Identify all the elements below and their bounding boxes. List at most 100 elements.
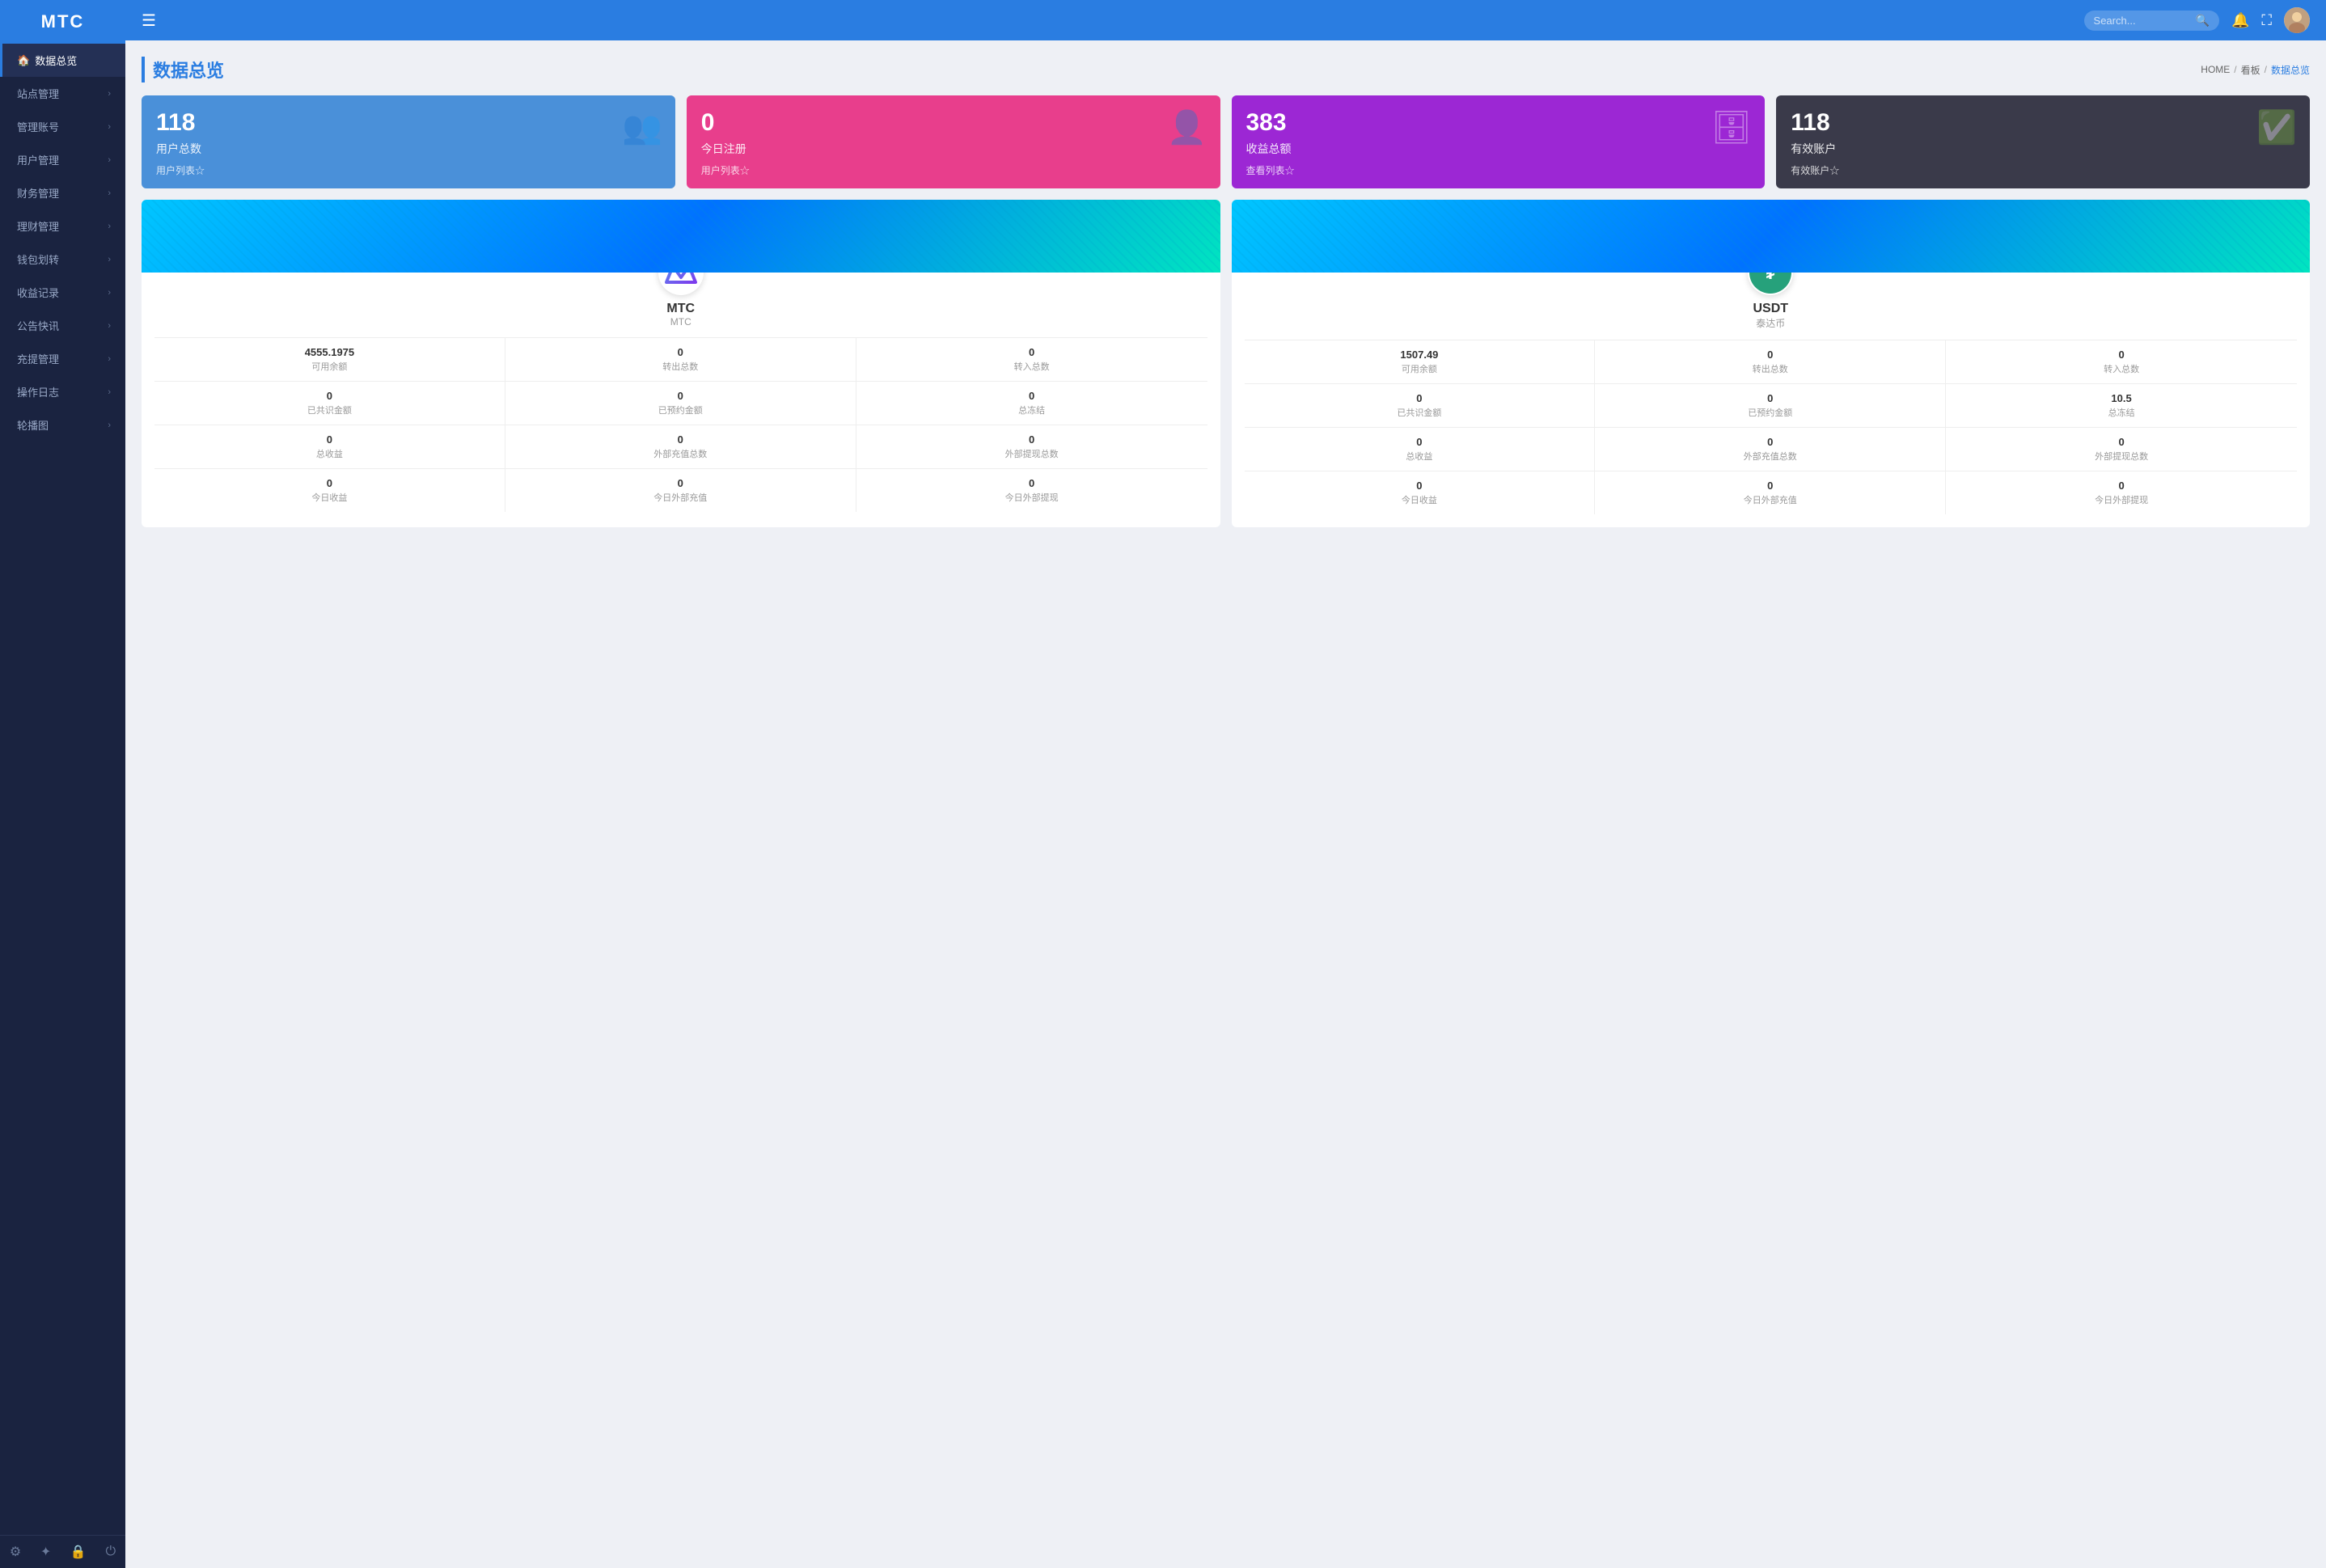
stat-label: 收益总额 [1246,141,1751,157]
chevron-icon: › [108,387,111,397]
stat-number: 383 [1246,108,1751,137]
search-icon: 🔍 [2196,14,2210,27]
settings-icon[interactable]: ⚙ [10,1544,21,1560]
stats-value: 0 [164,390,495,402]
stats-label: 今日收益 [164,491,495,504]
currency-panel-mtc: MTC MTC 4555.1975 可用余额 0 转出总数 0 转入总数 0 已… [142,200,1220,527]
stat-card-total_income: 383 收益总额 查看列表☆ 🗄 [1232,95,1766,188]
user-avatar[interactable] [2284,7,2310,33]
stats-cell: 0 已预约金额 [1595,384,1946,428]
stats-value: 0 [866,477,1198,489]
stats-cell: 0 总冻结 [856,382,1207,425]
nav-label: 财务管理 [17,185,59,201]
expand-icon[interactable]: ⛶ [2261,12,2272,29]
stats-label: 已共识金额 [1254,406,1585,419]
sidebar-footer: ⚙ ✦ 🔒 ⏻ [0,1535,125,1568]
stats-cell: 0 已预约金额 [505,382,856,425]
stats-value: 0 [1254,436,1585,448]
sidebar-item-oplog[interactable]: 操作日志 › [0,375,125,408]
stats-cell: 0 今日外部充值 [1595,471,1946,514]
stats-cell: 0 外部提现总数 [1946,428,2297,471]
nav-label: 管理账号 [17,119,59,134]
stats-label: 总冻结 [1956,406,2287,419]
breadcrumb-panel[interactable]: 看板 [2241,63,2260,77]
currency-banner-usdt [1232,200,2311,273]
page-header: 数据总览 HOME / 看板 / 数据总览 [142,57,2310,82]
stats-cell: 0 外部充值总数 [1595,428,1946,471]
stats-label: 转入总数 [1956,362,2287,375]
stats-value: 0 [164,477,495,489]
stat-icon: ✅ [2256,108,2297,146]
stats-label: 转入总数 [866,360,1198,373]
sidebar-item-notice[interactable]: 公告快讯 › [0,309,125,342]
stats-cell: 1507.49 可用余额 [1245,340,1596,384]
stat-number: 118 [156,108,661,137]
nav-label: 理财管理 [17,218,59,234]
stats-value: 0 [1956,349,2287,361]
stats-value: 0 [866,433,1198,446]
cross-icon[interactable]: ✦ [40,1544,51,1560]
stats-value: 1507.49 [1254,349,1585,361]
sidebar-item-users[interactable]: 用户管理 › [0,143,125,176]
stats-cell: 0 今日收益 [154,469,505,512]
stats-value: 0 [1605,392,1935,404]
sidebar-item-carousel[interactable]: 轮播图 › [0,408,125,442]
stat-label: 用户总数 [156,141,661,157]
search-input[interactable] [2094,15,2191,27]
stats-value: 0 [1254,392,1585,404]
stat-icon: 👥 [622,108,662,146]
nav-label: 收益记录 [17,285,59,300]
search-box: 🔍 [2084,11,2219,31]
notification-icon[interactable]: 🔔 [2231,12,2249,29]
stats-value: 0 [1956,436,2287,448]
stats-value: 0 [1605,480,1935,492]
chevron-icon: › [108,288,111,298]
stat-label: 有效账户 [1791,141,2295,157]
chevron-icon: › [108,421,111,430]
nav-label: 轮播图 [17,417,49,433]
chevron-icon: › [108,255,111,264]
sidebar-item-earnings[interactable]: 收益记录 › [0,276,125,309]
stats-label: 外部充值总数 [1605,450,1935,463]
stats-cell: 0 今日外部提现 [856,469,1207,512]
stats-label: 已预约金额 [1605,406,1935,419]
currency-subname: 泰达币 [1245,316,2298,330]
home-icon: 🏠 [17,54,30,67]
stats-label: 今日外部充值 [515,491,846,504]
stat-link[interactable]: 用户列表☆ [156,163,661,177]
chevron-icon: › [108,354,111,364]
stats-cell: 0 外部充值总数 [505,425,856,469]
stats-cell: 0 转入总数 [856,338,1207,382]
stats-label: 已预约金额 [515,404,846,416]
sidebar-logo: MTC [0,0,125,44]
stat-link[interactable]: 查看列表☆ [1246,163,1751,177]
sidebar-item-wallet[interactable]: 钱包划转 › [0,243,125,276]
currency-name: MTC [154,302,1207,316]
sidebar-item-wealth[interactable]: 理财管理 › [0,209,125,243]
stats-value: 0 [515,433,846,446]
stats-grid-usdt: 1507.49 可用余额 0 转出总数 0 转入总数 0 已共识金额 0 已预约… [1245,340,2298,514]
stats-cell: 10.5 总冻结 [1946,384,2297,428]
stats-value: 0 [515,390,846,402]
stat-link[interactable]: 用户列表☆ [701,163,1206,177]
main-area: ☰ 🔍 🔔 ⛶ 数据总览 HOME / 看板 [125,0,2326,1568]
stat-cards: 118 用户总数 用户列表☆ 👥 0 今日注册 用户列表☆ 👤 383 收益总额… [142,95,2310,188]
menu-icon[interactable]: ☰ [142,11,156,31]
power-icon[interactable]: ⏻ [105,1545,116,1559]
sidebar-item-admin[interactable]: 管理账号 › [0,110,125,143]
sidebar-item-site[interactable]: 站点管理 › [0,77,125,110]
stats-cell: 0 今日外部提现 [1946,471,2297,514]
sidebar-item-dashboard[interactable]: 🏠 数据总览 [0,44,125,77]
chevron-icon: › [108,89,111,99]
stat-link[interactable]: 有效账户☆ [1791,163,2295,177]
lock-icon[interactable]: 🔒 [70,1544,87,1560]
breadcrumb-home[interactable]: HOME [2201,64,2230,75]
stats-label: 外部充值总数 [515,447,846,460]
sidebar-item-recharge[interactable]: 充提管理 › [0,342,125,375]
stats-value: 0 [1605,349,1935,361]
stats-value: 0 [515,477,846,489]
stats-label: 总收益 [164,447,495,460]
sidebar-item-finance[interactable]: 财务管理 › [0,176,125,209]
stats-label: 已共识金额 [164,404,495,416]
stats-value: 0 [1254,480,1585,492]
